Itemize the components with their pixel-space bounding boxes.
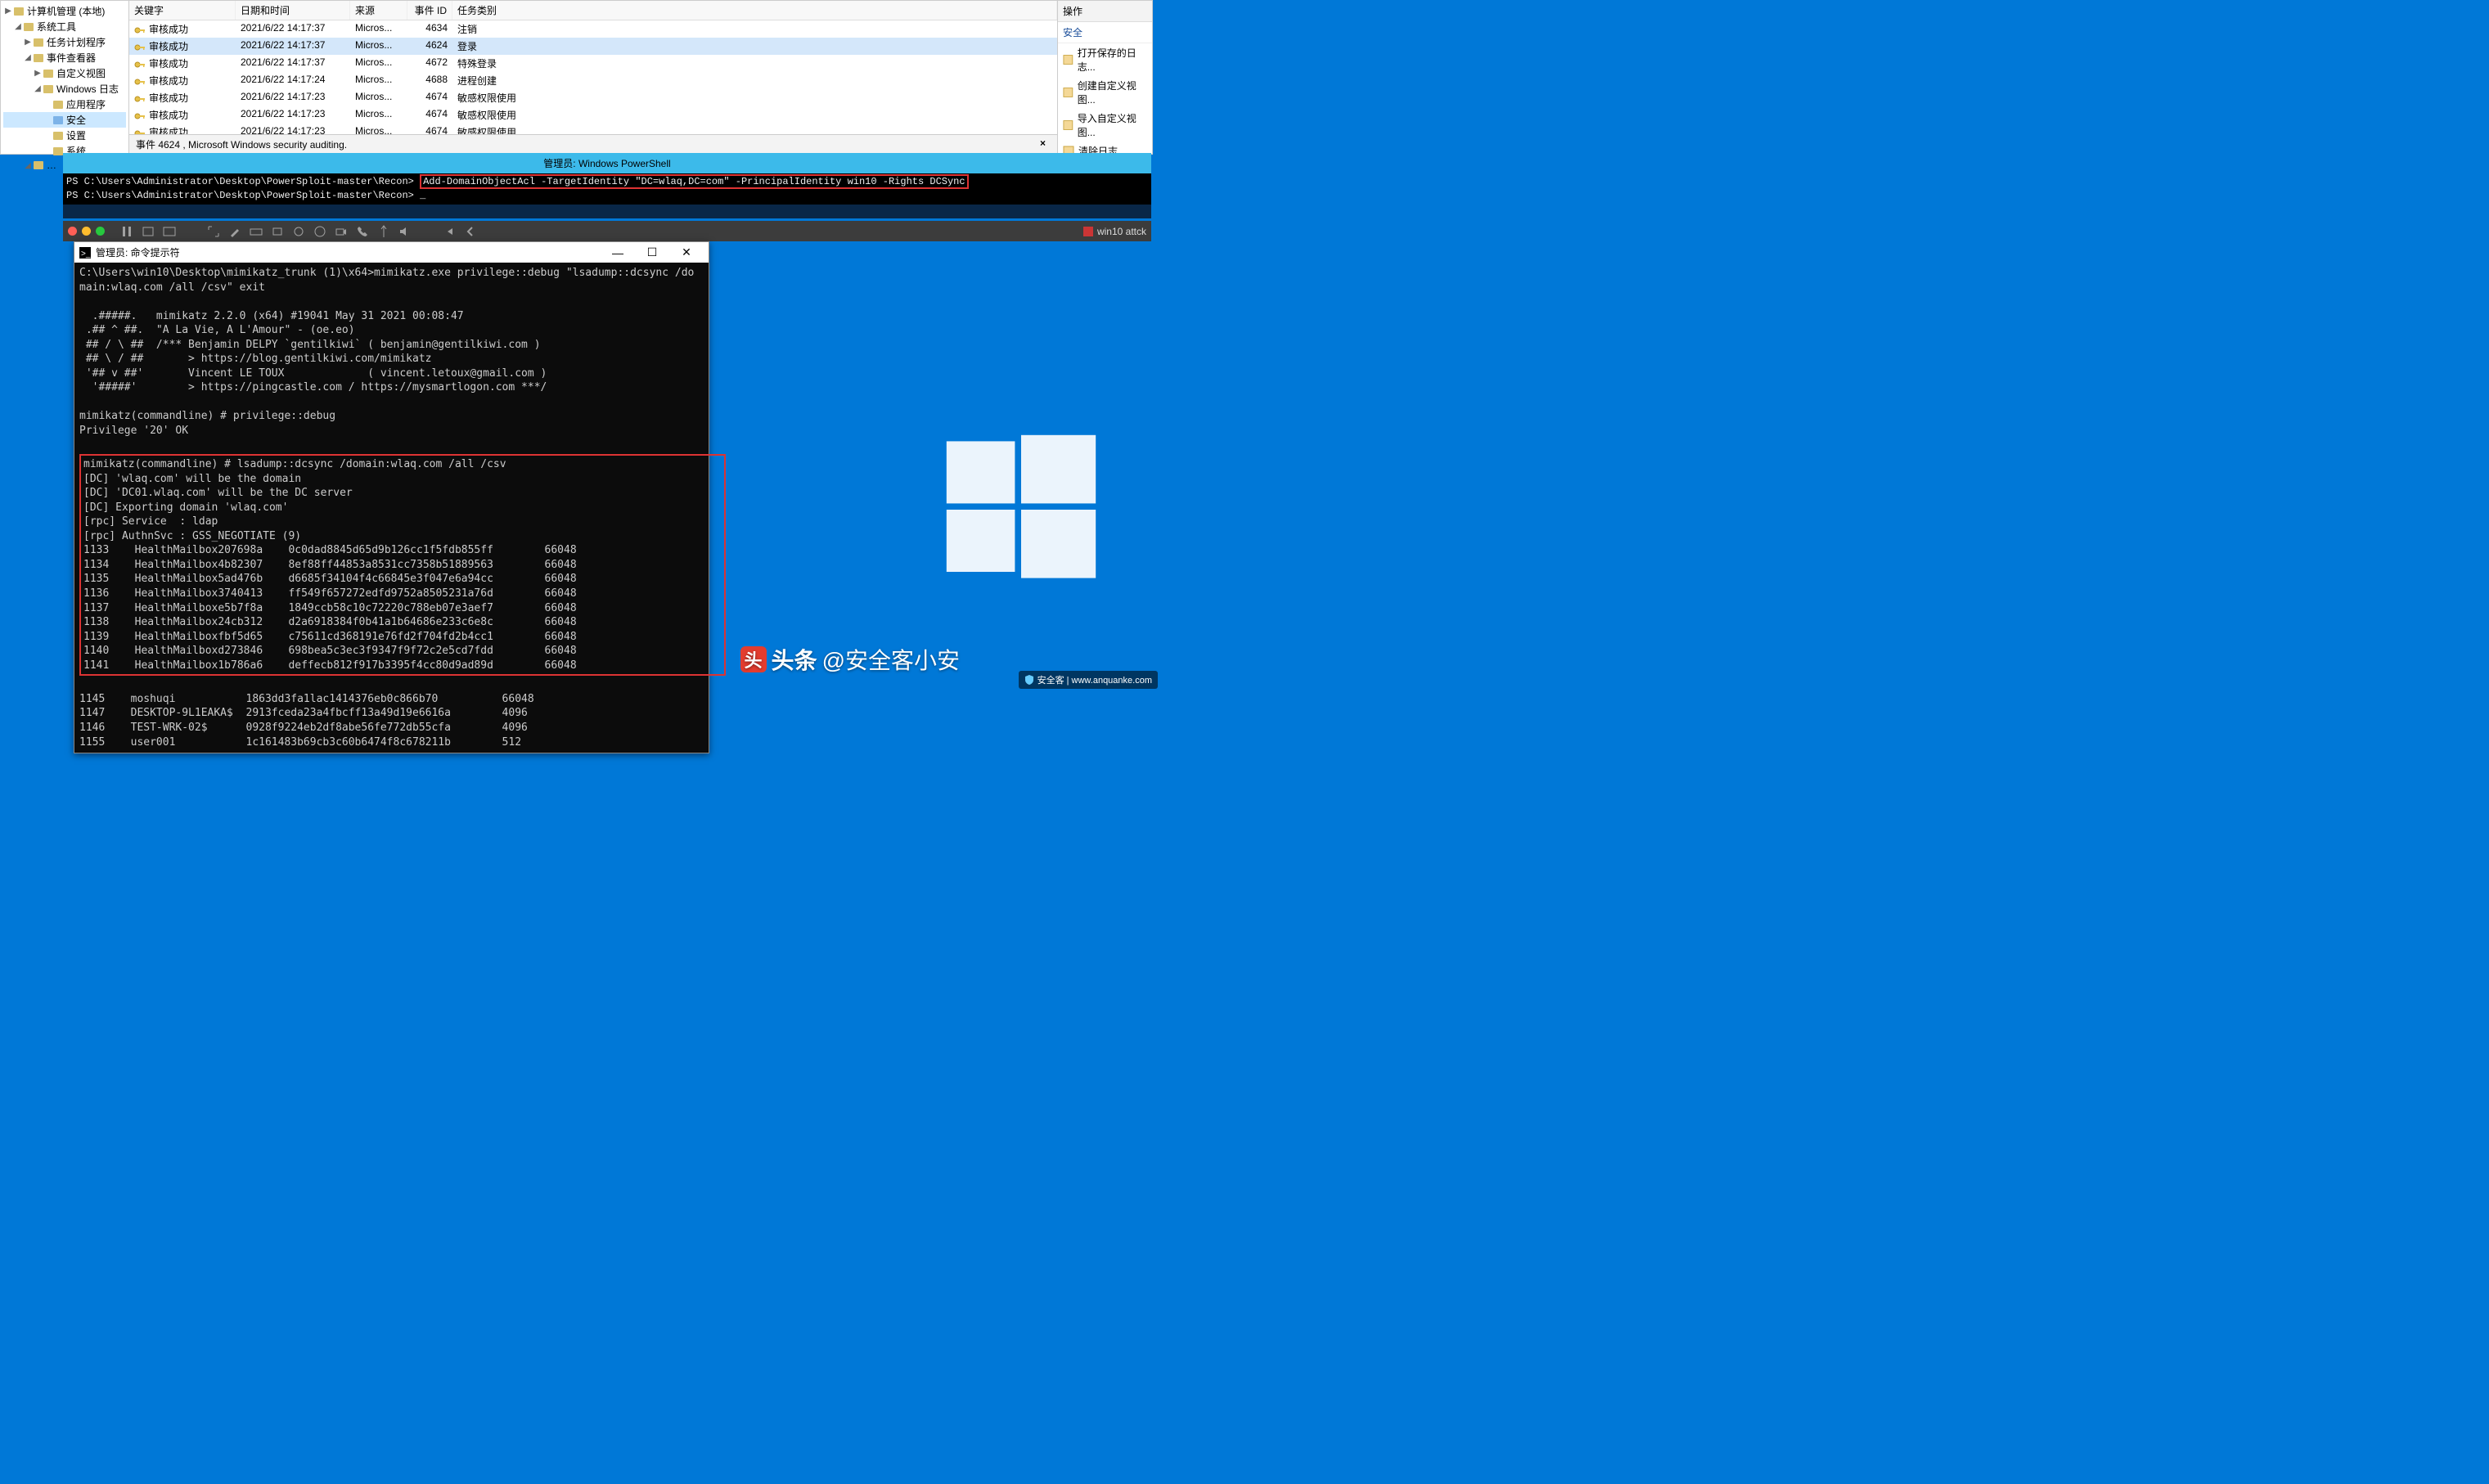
event-row[interactable]: 审核成功2021/6/22 14:17:37Micros...4672特殊登录: [129, 55, 1057, 72]
toutiao-icon: 头: [740, 646, 767, 672]
event-row[interactable]: 审核成功2021/6/22 14:17:37Micros...4624登录: [129, 38, 1057, 55]
event-row[interactable]: 审核成功2021/6/22 14:17:23Micros...4674敏感权限使…: [129, 89, 1057, 106]
import-view-icon: [1063, 119, 1073, 131]
tree-panel[interactable]: ▶计算机管理 (本地)◢系统工具▶任务计划程序◢事件查看器▶自定义视图◢Wind…: [1, 1, 129, 154]
action-item[interactable]: 创建自定义视图...: [1058, 76, 1152, 109]
pause-icon[interactable]: [119, 225, 134, 238]
settings-icon[interactable]: [162, 225, 177, 238]
maximize-button[interactable]: ☐: [635, 245, 669, 259]
create-view-icon: [1063, 87, 1073, 98]
close-button[interactable]: ✕: [669, 245, 704, 259]
event-row[interactable]: 审核成功2021/6/22 14:17:23Micros...4674敏感权限使…: [129, 106, 1057, 124]
camera-icon[interactable]: [334, 225, 349, 238]
headline-brand: 头 头条 @安全客小安: [740, 643, 960, 676]
ps-prompt: PS C:\Users\Administrator\Desktop\PowerS…: [66, 176, 414, 187]
usb-icon[interactable]: [376, 225, 391, 238]
powershell-window: 管理员: Windows PowerShell PS C:\Users\Admi…: [63, 153, 1151, 218]
powershell-titlebar[interactable]: 管理员: Windows PowerShell: [63, 153, 1151, 173]
tree-item[interactable]: ◢事件查看器: [3, 50, 126, 65]
window-controls[interactable]: [68, 227, 105, 236]
sound-icon[interactable]: [398, 225, 412, 238]
phone-icon[interactable]: [355, 225, 370, 238]
tree-item[interactable]: ◢Windows 日志: [3, 81, 126, 97]
event-row[interactable]: 审核成功2021/6/22 14:17:23Micros...4674敏感权限使…: [129, 124, 1057, 134]
windows-logo: [943, 432, 1099, 587]
powershell-body[interactable]: PS C:\Users\Administrator\Desktop\PowerS…: [63, 173, 1151, 205]
shield-icon: [1024, 675, 1034, 685]
event-row[interactable]: 审核成功2021/6/22 14:17:37Micros...4634注销: [129, 20, 1057, 38]
minimize-button[interactable]: —: [601, 246, 635, 259]
tree-item[interactable]: ▶计算机管理 (本地): [3, 3, 126, 19]
minimize-icon[interactable]: [82, 227, 91, 236]
event-table[interactable]: 关键字 日期和时间 来源 事件 ID 任务类别 审核成功2021/6/22 14…: [129, 1, 1057, 134]
actions-section: 安全: [1058, 22, 1152, 43]
actions-header: 操作: [1058, 1, 1152, 22]
snapshot-icon[interactable]: [141, 225, 155, 238]
tree-item[interactable]: 安全: [3, 112, 126, 128]
vm-file-icon: [1082, 226, 1094, 237]
disk-icon[interactable]: [291, 225, 306, 238]
cmd-titlebar[interactable]: >_ 管理员: 命令提示符 — ☐ ✕: [74, 242, 709, 263]
actions-panel: 操作 安全 打开保存的日志...创建自定义视图...导入自定义视图...清除日志…: [1058, 1, 1152, 154]
watermark: 安全客 | www.anquanke.com: [1019, 671, 1158, 689]
tree-item[interactable]: ▶自定义视图: [3, 65, 126, 81]
dcsync-highlight: mimikatz(commandline) # lsadump::dcsync …: [79, 454, 726, 676]
tools-icon[interactable]: [227, 225, 242, 238]
keyboard-icon[interactable]: [249, 225, 263, 238]
close-detail-icon[interactable]: ×: [1035, 137, 1051, 151]
action-item[interactable]: 导入自定义视图...: [1058, 109, 1152, 142]
printer-icon[interactable]: [270, 225, 285, 238]
event-row[interactable]: 审核成功2021/6/22 14:17:24Micros...4688进程创建: [129, 72, 1057, 89]
cmd-window: >_ 管理员: 命令提示符 — ☐ ✕ C:\Users\win10\Deskt…: [74, 241, 709, 753]
action-item[interactable]: 打开保存的日志...: [1058, 43, 1152, 76]
open-log-icon: [1063, 54, 1073, 65]
share-icon[interactable]: [442, 225, 457, 238]
tree-item[interactable]: ▶任务计划程序: [3, 34, 126, 50]
cmd-body[interactable]: C:\Users\win10\Desktop\mimikatz_trunk (1…: [74, 263, 709, 753]
vm-label: win10 attck: [1082, 226, 1146, 237]
event-table-header: 关键字 日期和时间 来源 事件 ID 任务类别: [129, 1, 1057, 20]
network-icon[interactable]: [313, 225, 327, 238]
tree-item[interactable]: 设置: [3, 128, 126, 143]
tree-item[interactable]: ◢系统工具: [3, 19, 126, 34]
close-icon[interactable]: [68, 227, 77, 236]
svg-text:>_: >_: [81, 250, 91, 259]
event-viewer: ▶计算机管理 (本地)◢系统工具▶任务计划程序◢事件查看器▶自定义视图◢Wind…: [0, 0, 1153, 155]
vm-toolbar: win10 attck: [63, 221, 1151, 241]
cmd-icon: >_: [79, 247, 91, 259]
tree-item[interactable]: 应用程序: [3, 97, 126, 112]
event-status-bar: 事件 4624 , Microsoft Windows security aud…: [129, 134, 1057, 154]
ps-highlighted-command: Add-DomainObjectAcl -TargetIdentity "DC=…: [420, 174, 969, 189]
back-icon[interactable]: [463, 225, 478, 238]
zoom-icon[interactable]: [96, 227, 105, 236]
ps-prompt: PS C:\Users\Administrator\Desktop\PowerS…: [66, 190, 414, 201]
fullscreen-icon[interactable]: [206, 225, 221, 238]
